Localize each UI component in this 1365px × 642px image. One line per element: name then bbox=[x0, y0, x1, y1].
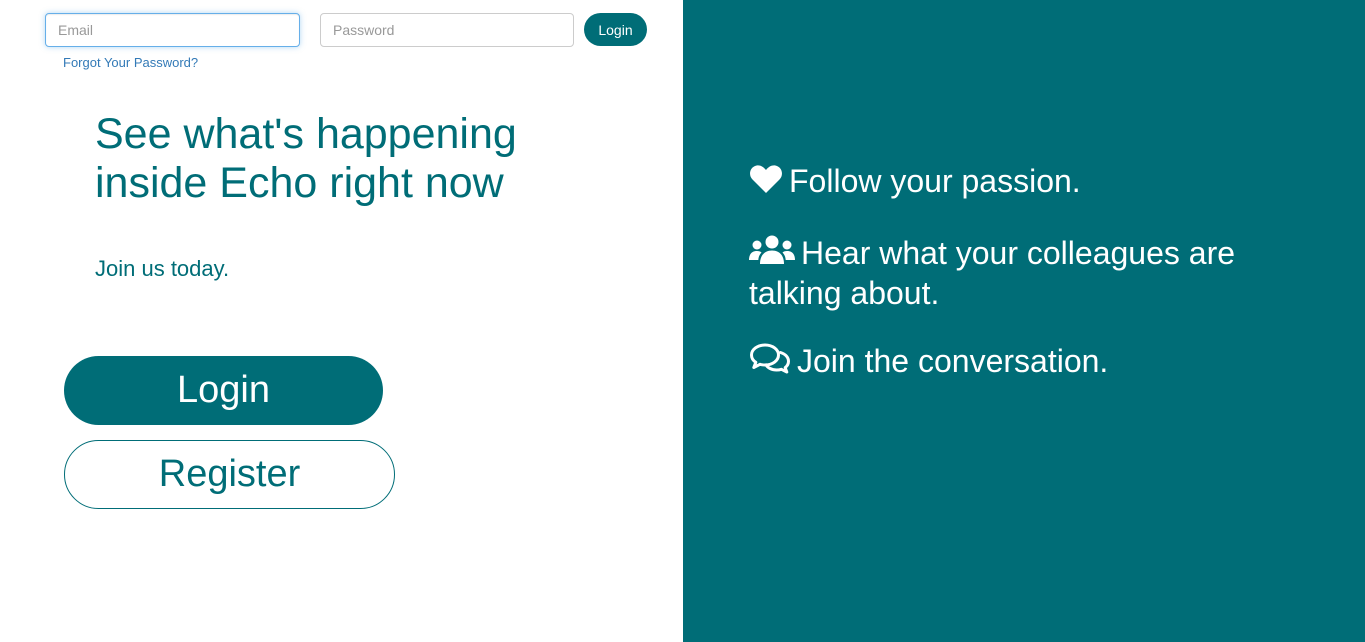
users-icon bbox=[749, 234, 795, 274]
heart-icon bbox=[749, 164, 783, 202]
feature-item-passion: Follow your passion. bbox=[749, 162, 1309, 202]
page-title: See what's happening inside Echo right n… bbox=[95, 110, 517, 207]
feature-text: Join the conversation. bbox=[797, 343, 1109, 379]
feature-text: Hear what your colleagues are talking ab… bbox=[749, 235, 1236, 311]
feature-text: Follow your passion. bbox=[789, 163, 1081, 199]
left-panel: Login Forgot Your Password? See what's h… bbox=[0, 0, 683, 642]
forgot-password-link[interactable]: Forgot Your Password? bbox=[63, 55, 198, 70]
register-button[interactable]: Register bbox=[64, 440, 395, 509]
password-field[interactable] bbox=[320, 13, 574, 47]
email-field[interactable] bbox=[45, 13, 300, 47]
comments-icon bbox=[749, 342, 791, 382]
subtitle: Join us today. bbox=[95, 256, 230, 281]
feature-item-colleagues: Hear what your colleagues are talking ab… bbox=[749, 234, 1309, 312]
right-panel bbox=[683, 0, 1365, 642]
header-login-button[interactable]: Login bbox=[584, 13, 647, 46]
login-button[interactable]: Login bbox=[64, 356, 383, 425]
feature-item-conversation: Join the conversation. bbox=[749, 342, 1309, 382]
